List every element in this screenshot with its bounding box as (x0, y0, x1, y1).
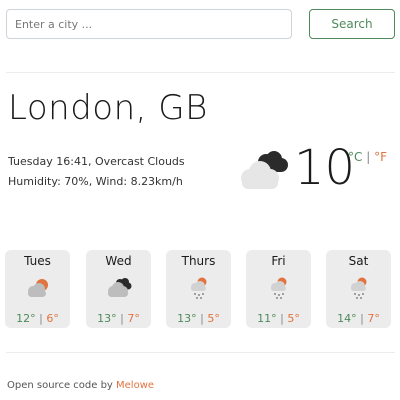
forecast-high: 14° (337, 312, 357, 325)
forecast-high: 11° (257, 312, 277, 325)
forecast-temps: 14° | 7° (326, 312, 391, 325)
forecast-temp-separator: | (120, 312, 124, 325)
forecast-day-name: Wed (105, 254, 132, 268)
fahrenheit-toggle[interactable]: °F (374, 150, 387, 164)
sun-rain-icon (191, 277, 207, 299)
celsius-toggle[interactable]: °C (348, 150, 362, 164)
humidity-wind: Humidity: 70%, Wind: 8.23km/h (8, 175, 183, 188)
unit-separator: | (366, 150, 371, 164)
city-title: London, GB (8, 88, 208, 128)
forecast-temp-separator: | (360, 312, 364, 325)
forecast-temp-separator: | (280, 312, 284, 325)
sun-rain-icon (271, 277, 287, 299)
forecast-card-wed: Wed 13° | 7° (86, 250, 151, 328)
current-details: Tuesday 16:41, Overcast Clouds Humidity:… (8, 152, 185, 192)
forecast-day-name: Tues (24, 254, 51, 268)
city-search-input[interactable] (6, 9, 292, 39)
forecast-card-sat: Sat 14° | 7° (326, 250, 391, 328)
sun-rain-icon (351, 277, 367, 299)
forecast-high: 13° (177, 312, 197, 325)
forecast-temp-separator: | (39, 312, 43, 325)
forecast-card-thurs: Thurs 13° | 5° (166, 250, 231, 328)
search-bar: Search (6, 9, 395, 41)
dark-clouds-icon (108, 278, 132, 297)
forecast-day-name: Fri (271, 254, 286, 268)
forecast-low: 5° (207, 312, 220, 325)
forecast-temp-separator: | (200, 312, 204, 325)
footer-text: Open source code by (7, 380, 117, 391)
sun-cloud-icon (28, 279, 48, 297)
forecast-temps: 11° | 5° (246, 312, 311, 325)
divider-top (6, 72, 395, 73)
datetime-condition: Tuesday 16:41, Overcast Clouds (8, 155, 185, 168)
unit-toggle: °C | °F (348, 150, 387, 164)
forecast-temps: 13° | 7° (86, 312, 151, 325)
forecast-day-name: Sat (348, 254, 369, 268)
forecast-low: 5° (287, 312, 300, 325)
forecast-card-tues: Tues 12° | 6° (5, 250, 70, 328)
forecast-high: 12° (16, 312, 36, 325)
author-link[interactable]: Melowe (116, 380, 154, 391)
current-temperature: 10 (294, 140, 356, 196)
forecast-high: 13° (97, 312, 117, 325)
forecast-temps: 12° | 6° (5, 312, 70, 325)
forecast-row: Tues 12° | 6° Wed 13° | 7° Thurs 13° | 5… (5, 250, 395, 330)
forecast-low: 7° (127, 312, 140, 325)
forecast-low: 7° (367, 312, 380, 325)
forecast-low: 6° (46, 312, 59, 325)
footer: Open source code by Melowe (7, 380, 154, 391)
divider-bottom (6, 352, 395, 353)
forecast-card-fri: Fri 11° | 5° (246, 250, 311, 328)
forecast-day-name: Thurs (181, 254, 216, 268)
overcast-clouds-icon (241, 151, 288, 189)
search-button[interactable]: Search (309, 9, 395, 39)
forecast-temps: 13° | 5° (166, 312, 231, 325)
